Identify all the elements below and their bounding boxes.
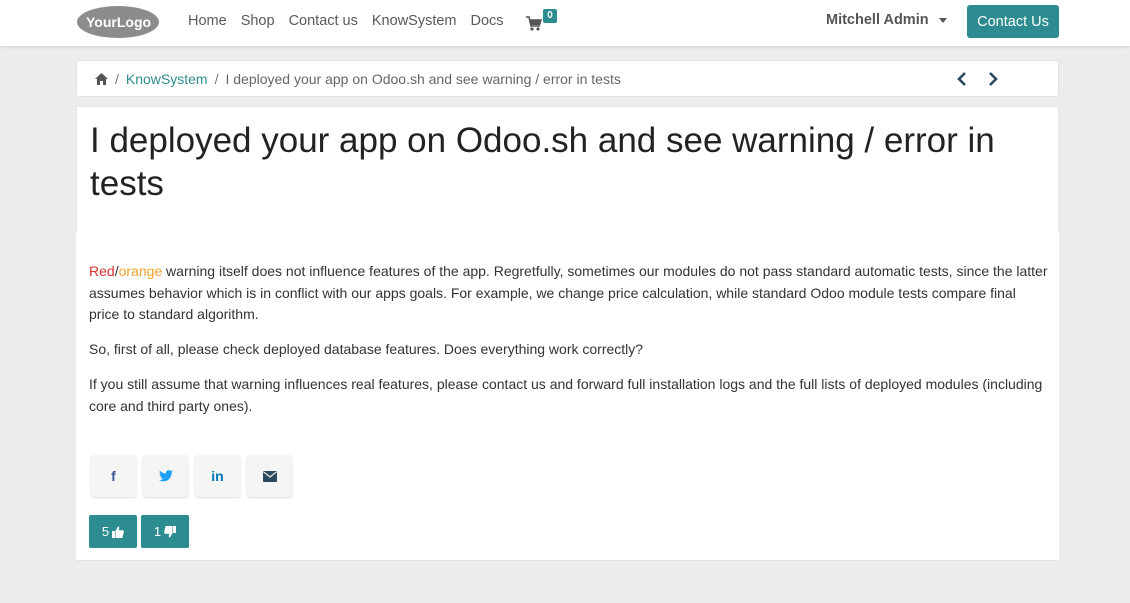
paragraph-rest: warning itself does not influence featur… [89, 263, 1048, 322]
chevron-left-icon[interactable] [955, 70, 969, 88]
user-menu[interactable]: Mitchell Admin [826, 12, 947, 28]
breadcrumb-current: I deployed your app on Odoo.sh and see w… [225, 70, 621, 87]
red-text: Red [89, 263, 115, 279]
contact-us-button[interactable]: Contact Us [967, 5, 1059, 38]
share-email-button[interactable] [247, 455, 292, 497]
nav-docs[interactable]: Docs [471, 13, 504, 29]
thumbs-up-icon [112, 526, 124, 538]
twitter-icon [158, 470, 173, 482]
linkedin-icon: in [211, 468, 224, 484]
nav-contact-us[interactable]: Contact us [289, 13, 358, 29]
dislike-button[interactable]: 1 [141, 515, 189, 548]
share-twitter-button[interactable] [143, 455, 188, 497]
top-navbar: YourLogo Home Shop Contact us KnowSystem… [0, 0, 1130, 46]
article-paragraph: Red/orange warning itself does not influ… [89, 261, 1049, 326]
share-and-vote: f in 5 1 [76, 439, 1059, 561]
article-body: Red/orange warning itself does not influ… [76, 232, 1059, 439]
breadcrumb-separator: / [214, 70, 219, 87]
dislike-count: 1 [153, 524, 162, 539]
cart-button[interactable]: 0 [526, 9, 566, 35]
home-icon[interactable] [95, 72, 108, 85]
logo-text: YourLogo [86, 14, 151, 30]
breadcrumb-separator: / [115, 70, 119, 87]
cart-icon [526, 16, 542, 31]
cart-count-badge: 0 [543, 9, 557, 23]
nav-home[interactable]: Home [188, 13, 227, 29]
like-count: 5 [101, 524, 110, 539]
breadcrumb-knowsystem[interactable]: KnowSystem [126, 71, 208, 87]
share-facebook-button[interactable]: f [91, 455, 136, 497]
like-button[interactable]: 5 [89, 515, 137, 548]
main-nav: Home Shop Contact us KnowSystem Docs [188, 0, 518, 42]
logo[interactable]: YourLogo [76, 5, 160, 39]
thumbs-down-icon [164, 525, 177, 537]
article-paragraph: So, first of all, please check deployed … [89, 341, 644, 357]
share-linkedin-button[interactable]: in [195, 455, 240, 497]
envelope-icon [262, 470, 277, 482]
page-title: I deployed your app on Odoo.sh and see w… [90, 121, 995, 203]
article-title-card: I deployed your app on Odoo.sh and see w… [76, 106, 1059, 236]
nav-knowsystem[interactable]: KnowSystem [372, 13, 457, 29]
orange-text: orange [118, 263, 163, 279]
nav-shop[interactable]: Shop [241, 13, 275, 29]
user-name: Mitchell Admin [826, 12, 929, 28]
breadcrumb: / KnowSystem / I deployed your app on Od… [76, 60, 1059, 97]
article-paragraph: If you still assume that warning influen… [89, 376, 1043, 414]
caret-down-icon [938, 17, 947, 23]
chevron-right-icon[interactable] [986, 70, 1000, 88]
facebook-icon: f [111, 468, 116, 484]
